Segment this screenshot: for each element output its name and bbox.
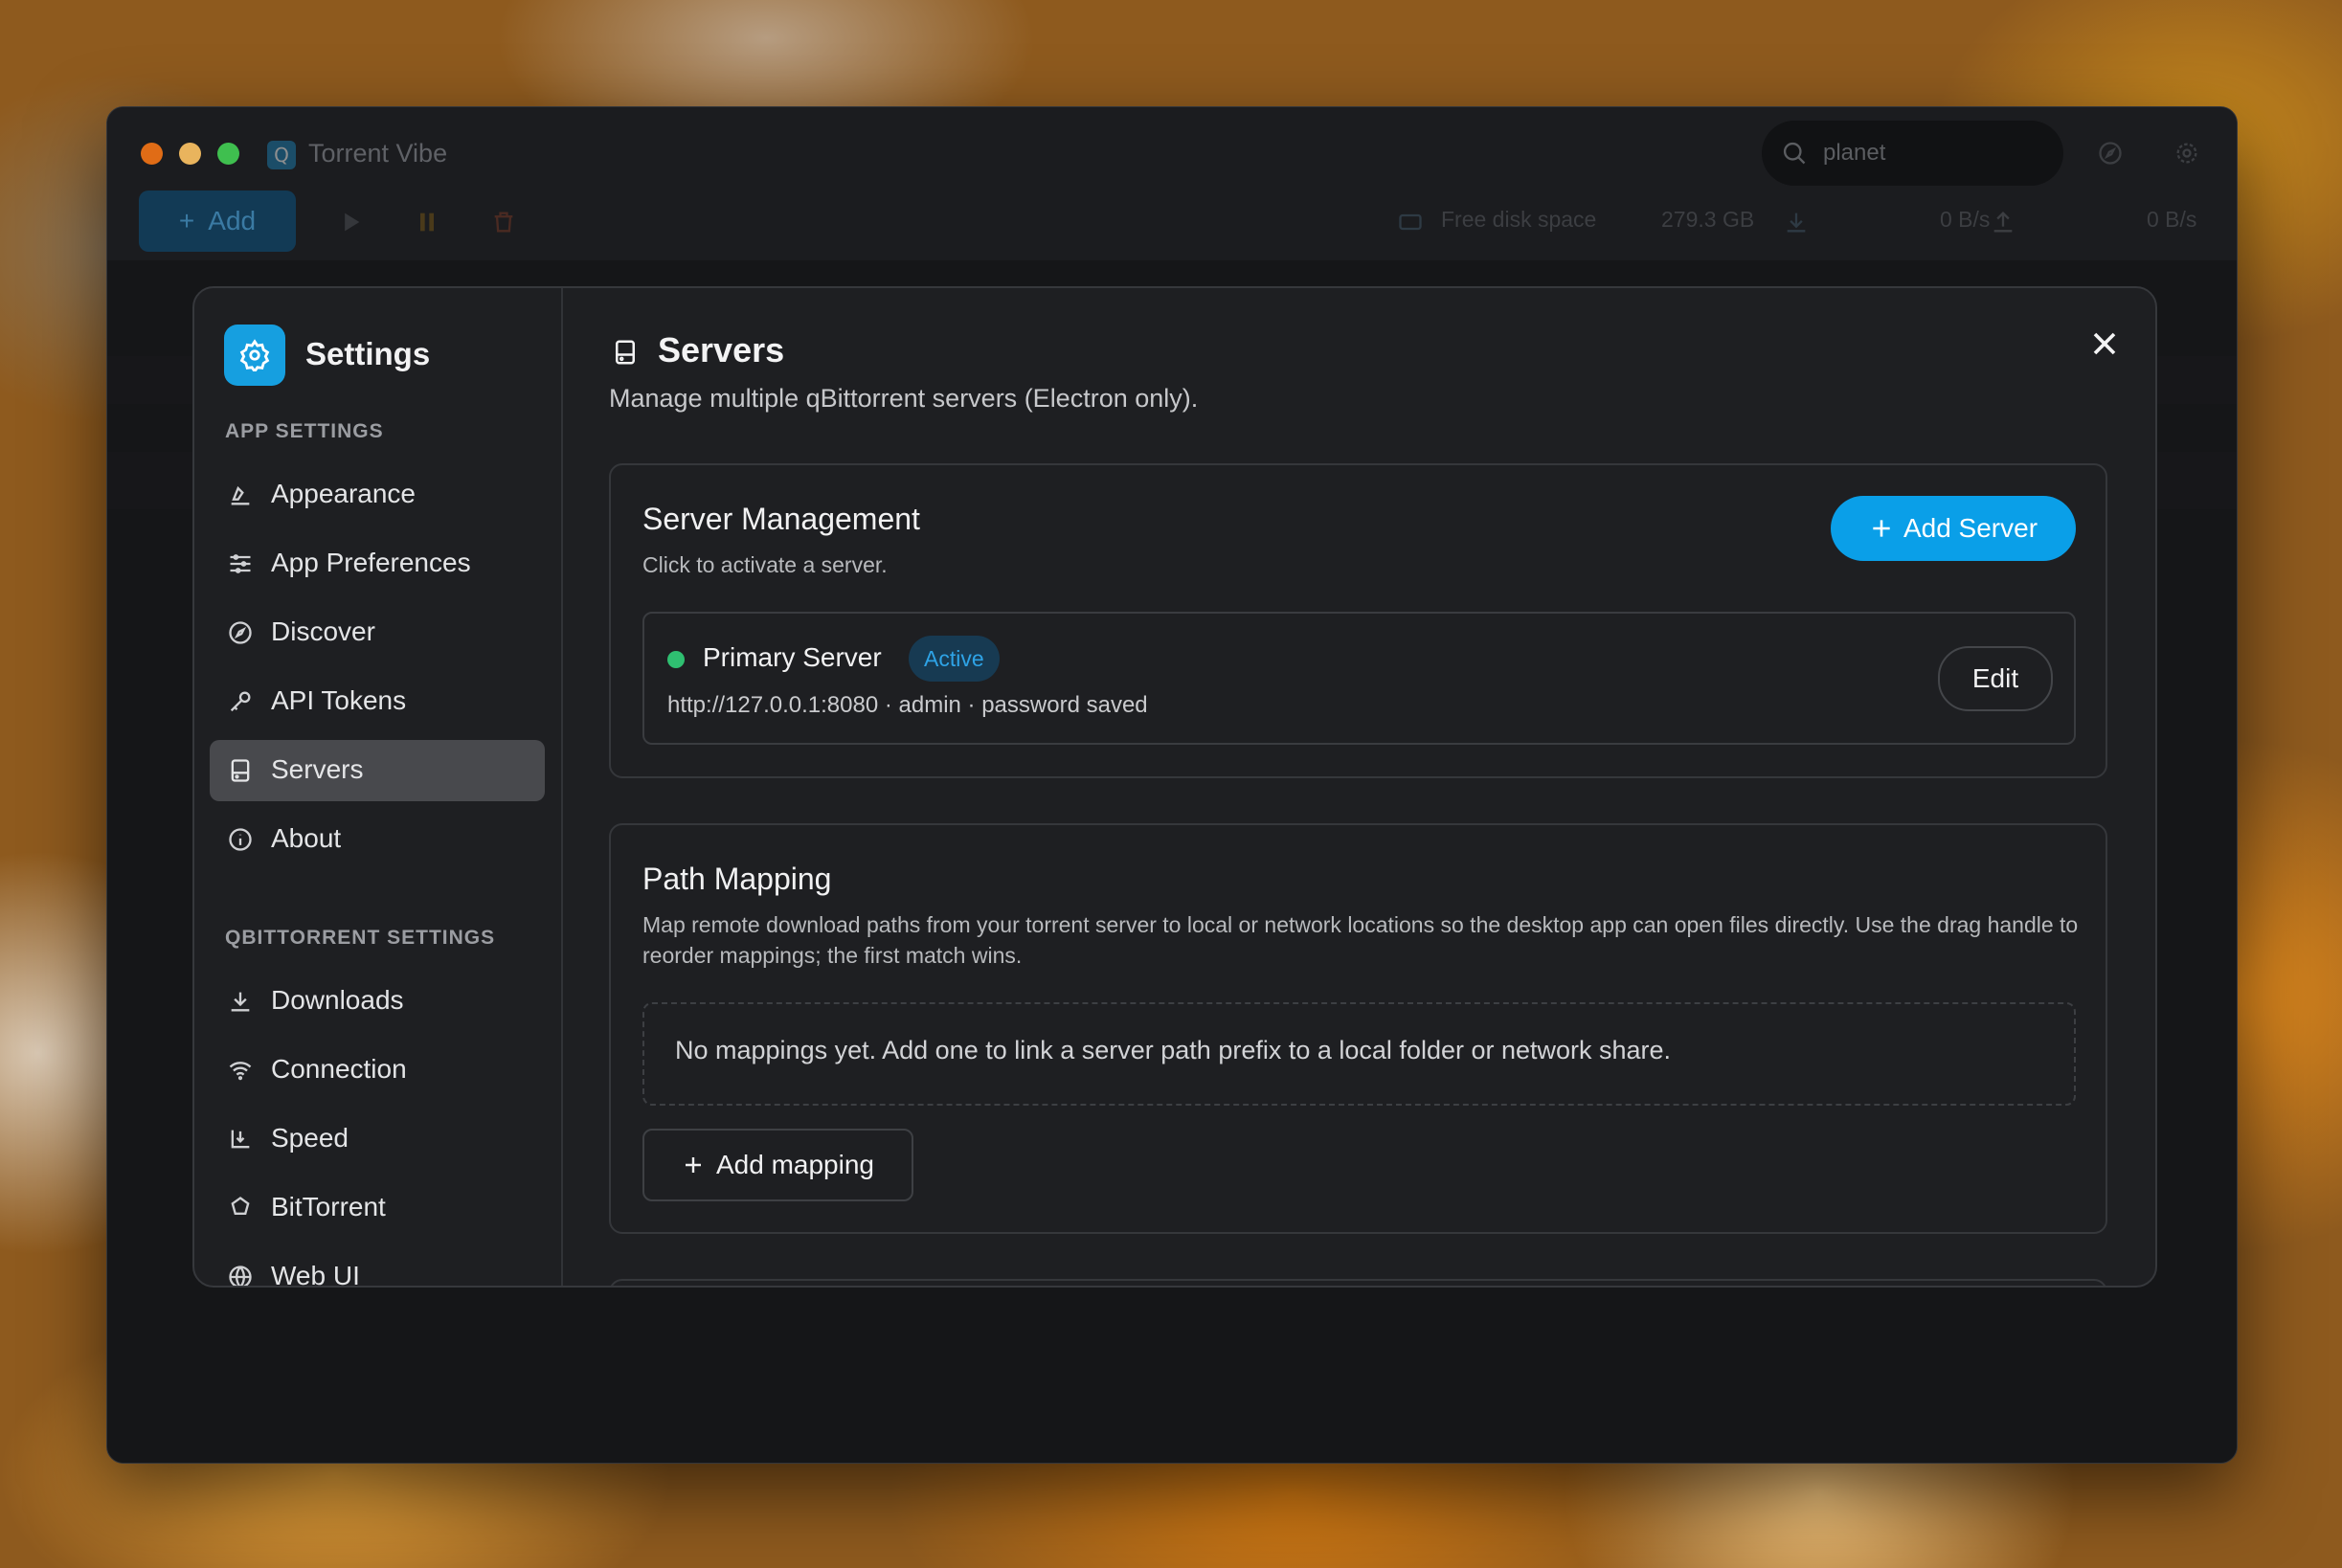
- sidebar-item-bittorrent[interactable]: BitTorrent: [210, 1177, 545, 1239]
- page-subtitle: Manage multiple qBittorrent servers (Ele…: [609, 384, 1199, 413]
- sidebar-item-label: Appearance: [271, 479, 417, 508]
- server-management-card: Server Management Click to activate a se…: [609, 463, 2107, 778]
- gear-icon[interactable]: [2173, 140, 2200, 167]
- speed-icon: [231, 1130, 250, 1149]
- sidebar-item-label: Speed: [271, 1123, 349, 1153]
- settings-dialog: Settings APP SETTINGS Appearance App Pre…: [192, 286, 2157, 1288]
- server-icon: [616, 340, 635, 365]
- status-badge: Active: [909, 636, 1000, 682]
- settings-content: Servers Manage multiple qBittorrent serv…: [563, 288, 2155, 1286]
- plus-icon: +: [178, 206, 195, 235]
- edit-server-button[interactable]: Edit: [1938, 646, 2053, 711]
- sidebar-item-downloads[interactable]: Downloads: [210, 971, 545, 1032]
- search-icon: [1783, 142, 1806, 165]
- puzzle-icon: [231, 1197, 250, 1215]
- free-disk-label: Free disk space: [1441, 207, 1597, 232]
- empty-state-text: No mappings yet. Add one to link a serve…: [675, 1036, 1672, 1064]
- upload-speed-icon: [1993, 212, 2013, 233]
- settings-logo-icon: [224, 325, 285, 386]
- next-card: [609, 1279, 2107, 1286]
- sidebar-item-appearance[interactable]: Appearance: [210, 464, 545, 526]
- sidebar-item-label: API Tokens: [271, 685, 407, 715]
- sidebar-item-label: Discover: [271, 616, 375, 646]
- sliders-icon: [230, 554, 251, 573]
- app-settings-section-label: APP SETTINGS: [225, 420, 384, 442]
- download-icon: [231, 992, 250, 1012]
- server-name: Primary Server: [703, 642, 882, 672]
- globe-icon: [229, 1266, 252, 1286]
- sidebar-item-app-preferences[interactable]: App Preferences: [210, 533, 545, 594]
- path-mapping-description: Map remote download paths from your torr…: [642, 912, 2079, 968]
- add-torrent-label: Add: [208, 206, 257, 235]
- download-speed-icon: [1787, 213, 1806, 233]
- status-indicator: [667, 651, 685, 668]
- maximize-window-button[interactable]: [217, 143, 239, 165]
- trash-icon[interactable]: [490, 209, 517, 235]
- sidebar-item-discover[interactable]: Discover: [210, 602, 545, 663]
- sidebar-item-label: Connection: [271, 1054, 407, 1084]
- disk-icon: [1399, 213, 1422, 231]
- pause-icon[interactable]: [414, 209, 440, 235]
- discover-icon[interactable]: [2097, 140, 2124, 167]
- server-details: http://127.0.0.1:8080 · admin · password…: [667, 692, 1148, 718]
- add-server-button[interactable]: Add Server: [1831, 496, 2076, 561]
- sidebar-item-connection[interactable]: Connection: [210, 1040, 545, 1101]
- settings-sidebar: Settings APP SETTINGS Appearance App Pre…: [194, 288, 563, 1286]
- sidebar-item-label: Downloads: [271, 985, 404, 1015]
- empty-state: No mappings yet. Add one to link a serve…: [642, 1002, 2076, 1106]
- compass-icon: [229, 621, 252, 644]
- app-title: Torrent Vibe: [308, 139, 448, 168]
- add-mapping-label: Add mapping: [715, 1150, 874, 1179]
- server-icon: [231, 759, 250, 782]
- sidebar-item-label: BitTorrent: [271, 1192, 386, 1221]
- sidebar-item-api-tokens[interactable]: API Tokens: [210, 671, 545, 732]
- sidebar-item-about[interactable]: About: [210, 809, 545, 870]
- settings-title: Settings: [305, 336, 431, 371]
- qbittorrent-settings-section-label: QBITTORRENT SETTINGS: [225, 927, 496, 949]
- wifi-icon: [229, 1062, 252, 1081]
- add-torrent-button[interactable]: + Add: [139, 190, 296, 252]
- brush-icon: [231, 485, 250, 505]
- close-icon[interactable]: [2085, 325, 2124, 363]
- minimize-window-button[interactable]: [179, 143, 201, 165]
- search-value: planet: [1823, 140, 1886, 166]
- path-mapping-card: Path Mapping Map remote download paths f…: [609, 823, 2107, 1234]
- info-icon: [229, 828, 252, 851]
- plus-icon: [685, 1157, 701, 1173]
- play-icon[interactable]: [337, 209, 364, 235]
- sidebar-item-web-ui[interactable]: Web UI: [210, 1246, 545, 1288]
- page-title: Servers: [658, 330, 785, 370]
- key-icon: [230, 691, 251, 712]
- add-server-label: Add Server: [1903, 513, 2038, 543]
- titlebar: Q Torrent Vibe planet + Add Free disk sp…: [107, 107, 2237, 260]
- sidebar-item-label: Servers: [271, 754, 364, 784]
- plus-icon: [1873, 520, 1890, 537]
- sidebar-item-label: App Preferences: [271, 548, 471, 577]
- close-window-button[interactable]: [141, 143, 163, 165]
- add-mapping-button[interactable]: Add mapping: [642, 1129, 913, 1201]
- upload-speed-value: 0 B/s: [2147, 207, 2197, 232]
- sidebar-item-speed[interactable]: Speed: [210, 1109, 545, 1170]
- app-logo-icon: Q: [267, 141, 296, 169]
- app-window: Q Torrent Vibe planet + Add Free disk sp…: [106, 106, 2238, 1464]
- free-disk-value: 279.3 GB: [1661, 207, 1755, 232]
- path-mapping-title: Path Mapping: [642, 862, 832, 896]
- server-management-subtitle: Click to activate a server.: [642, 552, 888, 577]
- download-speed-value: 0 B/s: [1940, 207, 1991, 232]
- sidebar-item-servers[interactable]: Servers: [210, 740, 545, 801]
- search-input[interactable]: planet: [1762, 121, 2063, 186]
- server-list-item[interactable]: Primary Server Active http://127.0.0.1:8…: [642, 612, 2076, 745]
- sidebar-item-label: About: [271, 823, 342, 853]
- sidebar-item-label: Web UI: [271, 1261, 360, 1288]
- server-management-title: Server Management: [642, 502, 920, 536]
